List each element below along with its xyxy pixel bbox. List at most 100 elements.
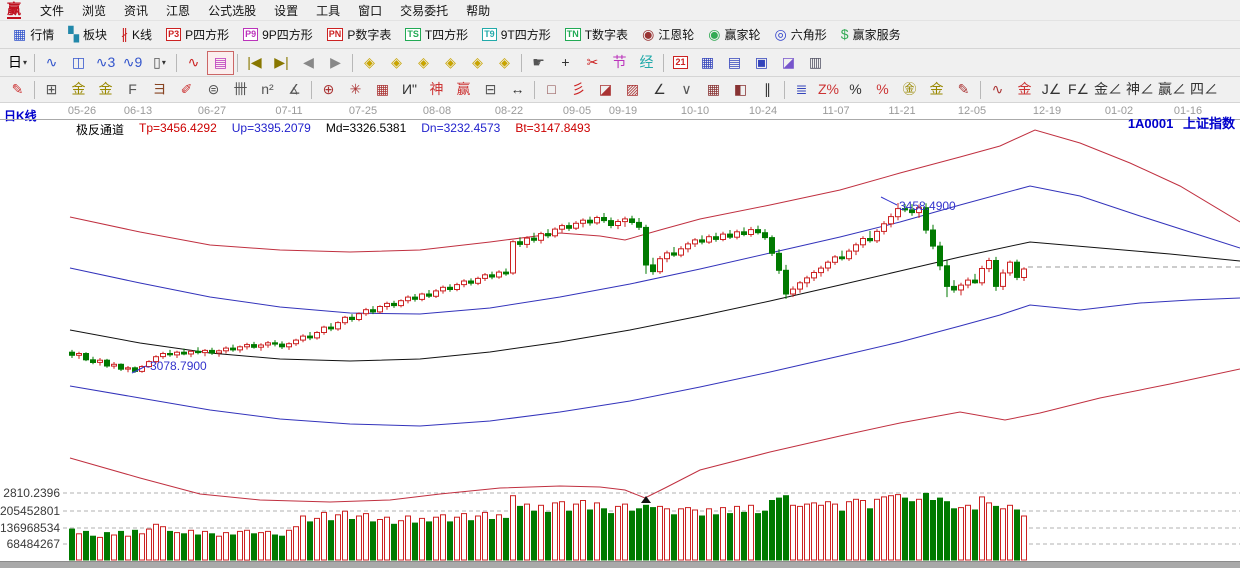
tool-angle-j[interactable]: J∠ bbox=[1038, 79, 1065, 101]
tool-gold-line[interactable]: 金 bbox=[923, 79, 950, 101]
btn-next[interactable]: ▶ bbox=[322, 51, 349, 75]
btn-first-page[interactable]: |◀ bbox=[241, 51, 268, 75]
btn-notes[interactable]: ▤ bbox=[721, 51, 748, 75]
btn-chart-3[interactable]: ∿3 bbox=[92, 51, 119, 75]
tool-width[interactable]: ↔ bbox=[504, 79, 531, 101]
tool-grid-circle[interactable]: ▦ bbox=[369, 79, 396, 101]
tool-angle-a[interactable]: ∡ bbox=[281, 79, 308, 101]
btn-prev[interactable]: ◀ bbox=[295, 51, 322, 75]
btn-9p-square[interactable]: P99P四方形 bbox=[236, 24, 320, 45]
tool-angle-gold[interactable]: 金∠ bbox=[1092, 79, 1124, 101]
menu-tools[interactable]: 工具 bbox=[307, 0, 349, 21]
tool-wave-grid[interactable]: ∿ bbox=[984, 79, 1011, 101]
btn-sectors[interactable]: ▚板块 bbox=[61, 24, 114, 45]
btn-crosshair[interactable]: + bbox=[552, 51, 579, 75]
tool-grid-block2[interactable]: ◧ bbox=[727, 79, 754, 101]
btn-t-square[interactable]: TST四方形 bbox=[398, 24, 475, 45]
tool-grid-gold[interactable]: 金 bbox=[65, 79, 92, 101]
tool-angle-si[interactable]: 四∠ bbox=[1188, 79, 1220, 101]
tool-brush-small[interactable]: ✎ bbox=[950, 79, 977, 101]
btn-period-day[interactable]: 日▾ bbox=[4, 51, 31, 75]
tool-grid-gold2[interactable]: 金 bbox=[92, 79, 119, 101]
btn-last-page[interactable]: ▶| bbox=[268, 51, 295, 75]
tool-parallel[interactable]: ∥ bbox=[754, 79, 781, 101]
tool-circle-grid[interactable]: ⊜ bbox=[200, 79, 227, 101]
menu-trade[interactable]: 交易委托 bbox=[391, 0, 457, 21]
tool-fan[interactable]: 彡 bbox=[565, 79, 592, 101]
tool-scale[interactable]: ≣ bbox=[788, 79, 815, 101]
tool-gold-circle[interactable]: ㊎ bbox=[896, 79, 923, 101]
tool-brush-price[interactable]: ✐ bbox=[173, 79, 200, 101]
menu-file[interactable]: 文件 bbox=[31, 0, 73, 21]
tool-grid-n2[interactable]: n² bbox=[254, 79, 281, 101]
btn-kline[interactable]: ∦K线 bbox=[114, 24, 159, 45]
tool-grid-shen[interactable]: 神 bbox=[423, 79, 450, 101]
tool-gold-under[interactable]: 金 bbox=[1011, 79, 1038, 101]
btn-print[interactable]: ▥ bbox=[802, 51, 829, 75]
menu-window[interactable]: 窗口 bbox=[349, 0, 391, 21]
btn-diamond-compress[interactable]: ◈ bbox=[410, 51, 437, 75]
btn-diamond-left[interactable]: ◈ bbox=[356, 51, 383, 75]
btn-cut[interactable]: ✂ bbox=[579, 51, 606, 75]
btn-diamond-expand[interactable]: ◈ bbox=[437, 51, 464, 75]
btn-save-web[interactable]: ◪ bbox=[775, 51, 802, 75]
tool-grid-ruler[interactable]: ⊟ bbox=[477, 79, 504, 101]
tool-pct-line[interactable]: % bbox=[869, 79, 896, 101]
tool-pct-z[interactable]: Z% bbox=[815, 79, 842, 101]
tool-k-mark[interactable]: И" bbox=[396, 79, 423, 101]
tool-target[interactable]: ⊕ bbox=[315, 79, 342, 101]
tool-box[interactable]: □ bbox=[538, 79, 565, 101]
btn-wave-blue[interactable]: ∿ bbox=[38, 51, 65, 75]
btn-color-chart[interactable]: ▤ bbox=[207, 51, 234, 75]
chart-svg[interactable] bbox=[0, 104, 1240, 567]
menu-browse[interactable]: 浏览 bbox=[73, 0, 115, 21]
btn-t-table[interactable]: TNT数字表 bbox=[558, 24, 635, 45]
tool-angle-f[interactable]: F∠ bbox=[1065, 79, 1092, 101]
btn-hexagon[interactable]: ◎六角形 bbox=[768, 24, 834, 45]
btn-diamond-down[interactable]: ◈ bbox=[491, 51, 518, 75]
tool-brush-icon: ✎ bbox=[12, 82, 24, 97]
btn-winner-service[interactable]: $赢家服务 bbox=[834, 24, 908, 45]
btn-9t-square[interactable]: T99T四方形 bbox=[475, 24, 558, 45]
btn-jie[interactable]: 节 bbox=[606, 51, 633, 75]
tool-grid-ying[interactable]: 赢 bbox=[450, 79, 477, 101]
btn-wave-red[interactable]: ∿ bbox=[180, 51, 207, 75]
tool-brush[interactable]: ✎ bbox=[4, 79, 31, 101]
btn-winner-wheel[interactable]: ◉赢家轮 bbox=[701, 24, 767, 45]
btn-gann-wheel[interactable]: ◉江恩轮 bbox=[635, 24, 701, 45]
menu-help[interactable]: 帮助 bbox=[457, 0, 499, 21]
tool-angle-shen[interactable]: 神∠ bbox=[1124, 79, 1156, 101]
tool-grid[interactable]: ⊞ bbox=[38, 79, 65, 101]
tool-pct[interactable]: % bbox=[842, 79, 869, 101]
btn-chart-9[interactable]: ∿9 bbox=[119, 51, 146, 75]
btn-t-table-icon: TN bbox=[565, 28, 581, 41]
tool-gold-line-icon: 金 bbox=[930, 82, 944, 97]
tool-grid-gan[interactable]: ヨ bbox=[146, 79, 173, 101]
menu-gann[interactable]: 江恩 bbox=[157, 0, 199, 21]
tool-box-fan[interactable]: ◪ bbox=[592, 79, 619, 101]
tool-box-lines[interactable]: ▨ bbox=[619, 79, 646, 101]
tool-angle-ying[interactable]: 赢∠ bbox=[1156, 79, 1188, 101]
tool-brush-small-icon: ✎ bbox=[958, 82, 970, 97]
btn-save[interactable]: ▣ bbox=[748, 51, 775, 75]
btn-calendar-21[interactable]: 21 bbox=[667, 51, 694, 75]
menu-news[interactable]: 资讯 bbox=[115, 0, 157, 21]
tool-star-circle[interactable]: ✳ bbox=[342, 79, 369, 101]
btn-p-table[interactable]: PNP数字表 bbox=[320, 24, 399, 45]
tool-vlines[interactable]: ∨ bbox=[673, 79, 700, 101]
btn-p-square[interactable]: P3P四方形 bbox=[159, 24, 236, 45]
btn-quotes[interactable]: ▦行情 bbox=[6, 24, 61, 45]
btn-jing[interactable]: 经 bbox=[633, 51, 660, 75]
btn-info-doc[interactable]: ◫ bbox=[65, 51, 92, 75]
menu-settings[interactable]: 设置 bbox=[265, 0, 307, 21]
btn-diamond-up[interactable]: ◈ bbox=[464, 51, 491, 75]
btn-calculator[interactable]: ▦ bbox=[694, 51, 721, 75]
tool-grid-h[interactable]: 卌 bbox=[227, 79, 254, 101]
btn-diamond-right[interactable]: ◈ bbox=[383, 51, 410, 75]
tool-grid-block[interactable]: ▦ bbox=[700, 79, 727, 101]
tool-grid-f[interactable]: F bbox=[119, 79, 146, 101]
btn-hand[interactable]: ☛ bbox=[525, 51, 552, 75]
menu-formula-stock[interactable]: 公式选股 bbox=[199, 0, 265, 21]
tool-angles[interactable]: ∠ bbox=[646, 79, 673, 101]
btn-candle-style[interactable]: ▯▾ bbox=[146, 51, 173, 75]
